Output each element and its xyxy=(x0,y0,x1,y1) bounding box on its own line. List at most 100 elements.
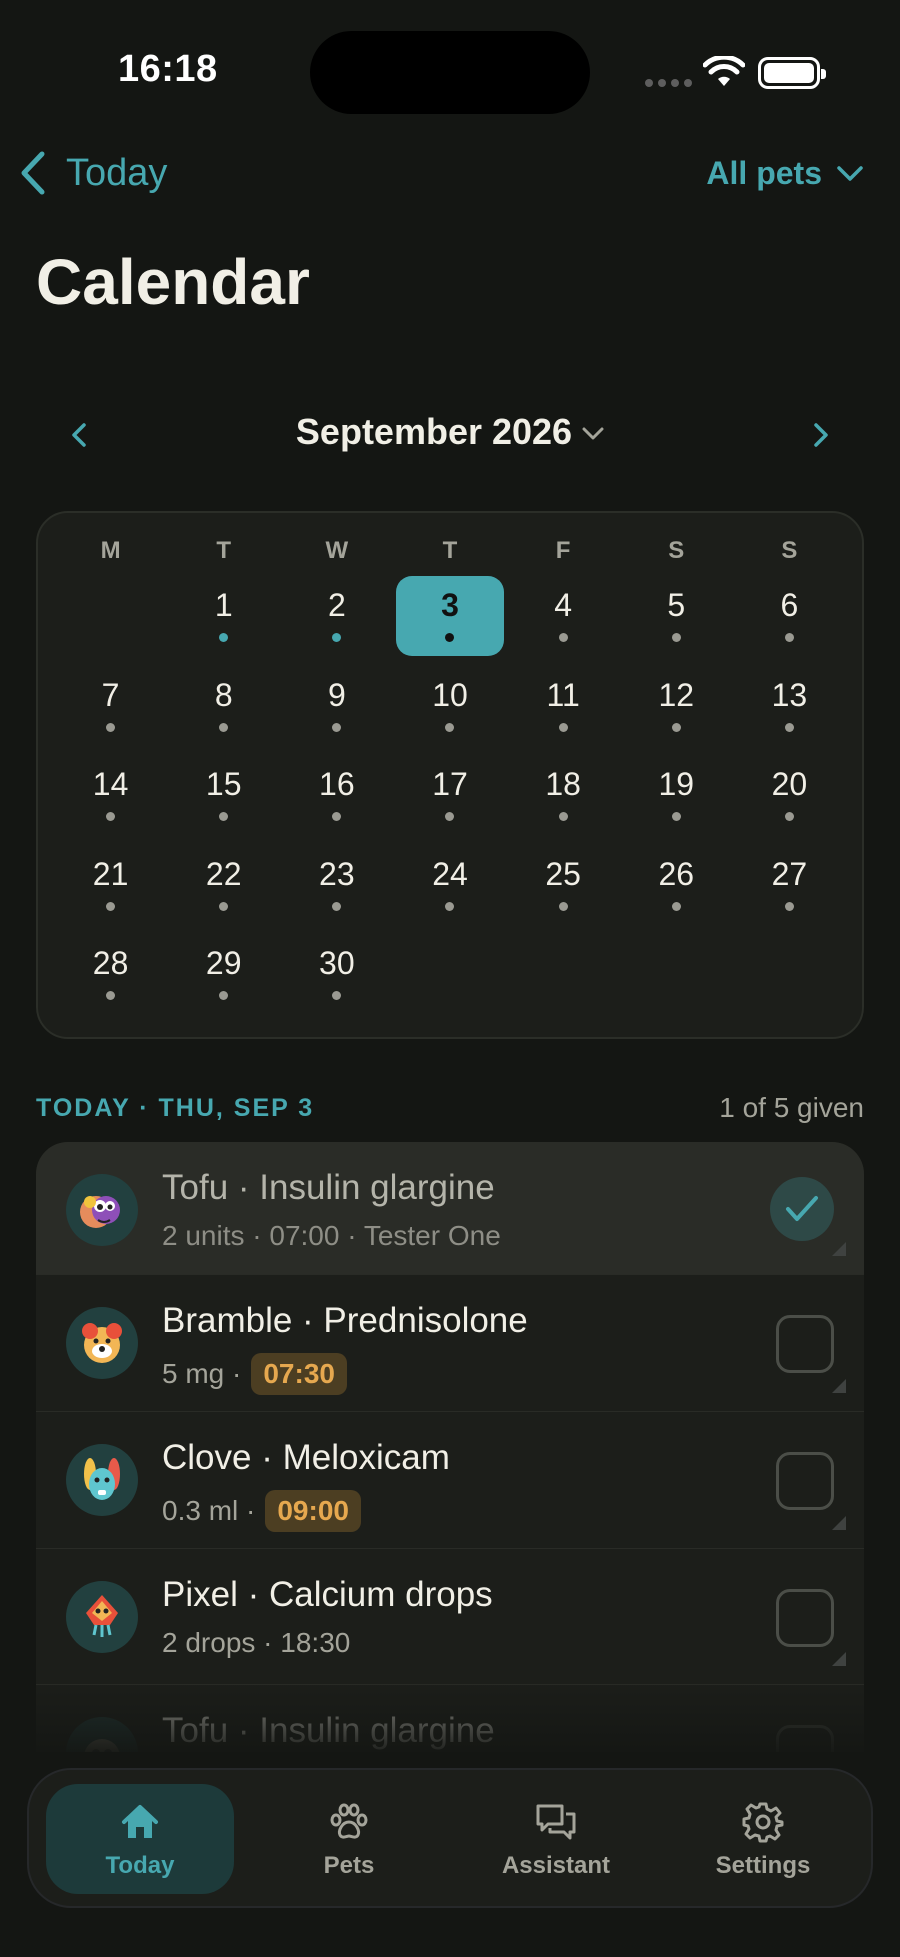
calendar-day[interactable]: 30 xyxy=(280,935,393,1025)
dose-indicator-dot xyxy=(332,812,342,821)
calendar-day[interactable]: 10 xyxy=(393,667,506,757)
calendar-day[interactable]: 28 xyxy=(54,935,167,1025)
dose-indicator-dot xyxy=(219,633,229,642)
dose-time-chip: 07:30 xyxy=(251,1353,347,1395)
month-picker[interactable]: September 2026 xyxy=(36,411,864,453)
calendar-day-selected[interactable]: 3 xyxy=(395,576,504,656)
calendar-day[interactable]: 16 xyxy=(280,756,393,846)
dose-indicator-dot xyxy=(219,812,229,821)
next-month-button[interactable] xyxy=(802,417,838,453)
dose-details-text: 2 drops · 18:30 xyxy=(162,1627,351,1658)
page-title: Calendar xyxy=(36,246,310,318)
calendar-day[interactable]: 9 xyxy=(280,667,393,757)
pet-filter-dropdown[interactable]: All pets xyxy=(706,155,864,192)
pet-filter-label: All pets xyxy=(706,155,822,191)
dose-details-text: 2 units · 07:00 · Tester One xyxy=(162,1220,501,1251)
weekday-label: S xyxy=(781,537,798,564)
calendar-day[interactable]: 29 xyxy=(167,935,280,1025)
calendar-day[interactable]: 7 xyxy=(54,667,167,757)
calendar-day[interactable]: 12 xyxy=(620,667,733,757)
calendar-day[interactable]: 11 xyxy=(507,667,620,757)
calendar-empty-cell xyxy=(54,577,167,667)
calendar-day[interactable]: 13 xyxy=(733,667,846,757)
calendar-day[interactable]: 21 xyxy=(54,846,167,936)
dose-row[interactable]: Pixel · Calcium drops 2 drops · 18:30 xyxy=(36,1549,864,1685)
calendar-day[interactable]: 24 xyxy=(393,846,506,936)
day-number: 17 xyxy=(432,766,468,802)
dose-title: Clove · Meloxicam xyxy=(162,1438,450,1477)
month-label: September 2026 xyxy=(295,411,573,452)
day-number: 8 xyxy=(214,676,233,713)
dose-indicator-dot xyxy=(784,901,794,911)
battery-icon xyxy=(758,57,826,89)
calendar-day[interactable]: 25 xyxy=(507,846,620,936)
dose-indicator-dot xyxy=(671,901,681,911)
calendar-day[interactable]: 5 xyxy=(620,577,733,667)
calendar-day[interactable]: 27 xyxy=(733,846,846,936)
back-button[interactable]: Today xyxy=(18,150,167,196)
day-number: 20 xyxy=(771,766,808,802)
tab-settings-label: Settings xyxy=(715,1852,811,1879)
dose-details: 2 units · 07:00 · Tester One xyxy=(162,1220,501,1252)
tab-settings[interactable]: Settings xyxy=(669,1784,857,1894)
day-number: 2 xyxy=(327,587,346,623)
weekday-label: T xyxy=(442,537,458,564)
dose-indicator-dot xyxy=(219,991,229,1000)
paw-icon xyxy=(330,1803,368,1839)
day-number: 7 xyxy=(101,676,120,713)
tab-pets[interactable]: Pets xyxy=(255,1784,443,1894)
calendar-day[interactable]: 19 xyxy=(620,756,733,846)
day-number: 9 xyxy=(327,676,346,713)
doses-given-count: 1 of 5 given xyxy=(719,1092,864,1123)
dose-checkbox[interactable] xyxy=(776,1452,834,1510)
dose-checkbox[interactable] xyxy=(776,1725,834,1752)
dose-row[interactable]: Bramble · Prednisolone 5 mg · 07:30 xyxy=(36,1275,864,1412)
pet-avatar xyxy=(66,1581,138,1653)
day-number: 19 xyxy=(658,766,695,802)
dose-indicator-dot xyxy=(219,722,229,732)
calendar-day[interactable]: 15 xyxy=(167,756,280,846)
day-number: 10 xyxy=(432,676,468,713)
dose-checkbox[interactable] xyxy=(776,1315,834,1373)
dose-checkbox[interactable] xyxy=(776,1589,834,1647)
tab-today[interactable]: Today xyxy=(46,1784,234,1894)
dose-indicator-dot xyxy=(332,991,342,1000)
dose-time-chip: 09:00 xyxy=(265,1490,361,1532)
dose-row[interactable]: Tofu · Insulin glargine xyxy=(36,1685,864,1752)
calendar-day[interactable]: 8 xyxy=(167,667,280,757)
calendar-day[interactable]: 20 xyxy=(733,756,846,846)
day-number: 12 xyxy=(658,676,695,713)
tab-assistant[interactable]: Assistant xyxy=(462,1784,650,1894)
status-bar: 16:18 xyxy=(0,0,900,140)
pet-avatar xyxy=(66,1717,138,1752)
wifi-icon xyxy=(703,56,745,86)
month-navigator: September 2026 xyxy=(36,405,864,465)
chevron-down-icon xyxy=(582,427,604,440)
day-number: 28 xyxy=(92,945,129,981)
calendar-day[interactable]: 1 xyxy=(167,577,280,667)
dose-indicator-dot xyxy=(219,901,229,911)
schedule-header: TODAY · THU, SEP 3 1 of 5 given xyxy=(36,1090,864,1126)
dose-given-checkmark[interactable] xyxy=(770,1177,834,1241)
calendar-day[interactable]: 22 xyxy=(167,846,280,936)
weekday-label: S xyxy=(668,537,685,564)
day-number: 11 xyxy=(546,676,580,713)
dose-indicator-dot xyxy=(558,722,568,732)
dose-row[interactable]: Tofu · Insulin glargine 2 units · 07:00 ·… xyxy=(36,1142,864,1275)
calendar-day[interactable]: 18 xyxy=(507,756,620,846)
weekday-label: M xyxy=(100,537,121,564)
calendar-day[interactable]: 26 xyxy=(620,846,733,936)
calendar-day[interactable]: 17 xyxy=(393,756,506,846)
calendar-day[interactable]: 6 xyxy=(733,577,846,667)
calendar-day[interactable]: 4 xyxy=(507,577,620,667)
day-number: 24 xyxy=(432,855,468,892)
dose-indicator-dot xyxy=(558,901,568,911)
dose-row[interactable]: Clove · Meloxicam 0.3 ml · 09:00 xyxy=(36,1412,864,1549)
calendar-day[interactable]: 14 xyxy=(54,756,167,846)
calendar-days: 1 2 3 4 5 6 7 8 9 10 11 12 13 14 15 16 17 18 19 20 21 22 23 24 2… xyxy=(38,576,862,1025)
calendar-day[interactable]: 2 xyxy=(280,577,393,667)
tab-pets-label: Pets xyxy=(323,1852,375,1879)
day-number: 22 xyxy=(205,855,242,892)
calendar-day[interactable]: 23 xyxy=(280,846,393,936)
dose-indicator-dot xyxy=(558,812,568,821)
